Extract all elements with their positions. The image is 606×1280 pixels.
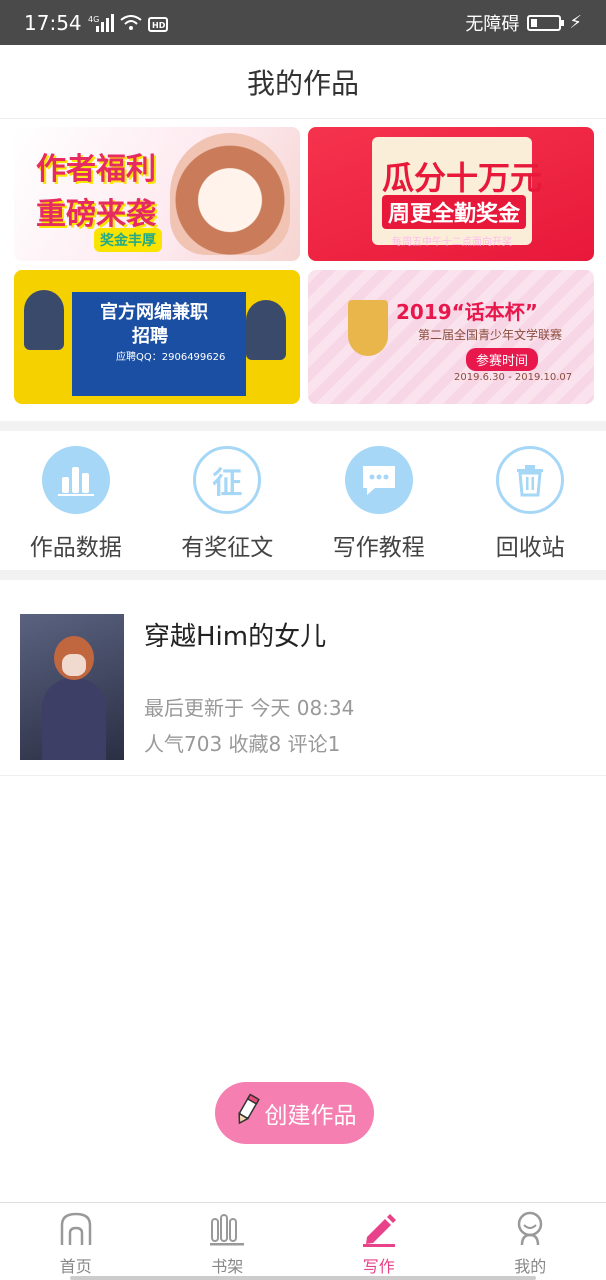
person-illustration [24, 290, 64, 350]
home-indicator [70, 1276, 536, 1280]
quick-label: 回收站 [495, 535, 565, 561]
create-work-button[interactable]: 创建作品 [215, 1082, 374, 1144]
banner-text: 瓜分十万元 [382, 159, 543, 197]
tab-label: 写作 [362, 1257, 395, 1276]
banner-recruit[interactable]: 官方网编兼职 招聘 应聘QQ：2906499626 [14, 270, 300, 404]
banner-contest[interactable]: 2019“话本杯” 第二届全国青少年文学联赛 参赛时间 2019.6.30 - … [308, 270, 594, 404]
tab-write[interactable]: 写作 [303, 1203, 455, 1280]
charging-icon: ⚡ [569, 12, 582, 33]
banner-bonus[interactable]: 瓜分十万元 周更全勤奖金 每周五中午十二点面向开奖 [308, 127, 594, 261]
quick-label: 作品数据 [29, 535, 122, 561]
hd-icon: HD [147, 14, 168, 32]
banner-text: 参赛时间 [466, 348, 539, 371]
chat-bubble-icon [344, 446, 413, 514]
quick-works-data[interactable]: 作品数据 [0, 430, 152, 570]
battery-icon [527, 14, 565, 31]
quick-writing-tutorial[interactable]: 写作教程 [303, 430, 455, 570]
tab-home[interactable]: 首页 [0, 1203, 152, 1280]
banner-text: 重磅来袭 [36, 197, 156, 232]
section-divider [0, 570, 606, 580]
tab-bookshelf[interactable]: 书架 [152, 1203, 304, 1280]
work-cover-image [20, 614, 124, 760]
banner-text: 第二届全国青少年文学联赛 [418, 328, 563, 342]
status-bar: 17:54 4G HD 无障碍 ⚡ [0, 0, 606, 45]
page-title: 我的作品 [0, 45, 606, 119]
trophy-icon [348, 300, 388, 356]
bottom-tab-bar: 首页 书架 写作 我的 [0, 1202, 606, 1280]
banner-text: 招聘 [132, 326, 168, 347]
banner-text: 周更全勤奖金 [382, 195, 527, 229]
trash-icon [496, 446, 565, 514]
quick-label: 写作教程 [332, 535, 425, 561]
banner-text: 每周五中午十二点面向开奖 [392, 237, 512, 248]
quick-actions: 作品数据 征 有奖征文 写作教程 回收站 [0, 430, 606, 570]
quick-recycle-bin[interactable]: 回收站 [455, 430, 606, 570]
pencil-icon [233, 1093, 261, 1133]
signal-icon: 4G [88, 13, 114, 32]
profile-icon [512, 1211, 548, 1251]
banner-text: 官方网编兼职 [100, 302, 208, 323]
banner-text: 2019“话本杯” [396, 300, 538, 324]
bookshelf-icon [209, 1211, 245, 1251]
status-time: 17:54 [24, 10, 82, 35]
tab-label: 我的 [514, 1257, 547, 1276]
anime-girl-illustration [170, 133, 290, 255]
create-work-label: 创建作品 [264, 1103, 357, 1129]
banner-text: 作者福利 [36, 152, 156, 187]
svg-text:HD: HD [152, 21, 166, 30]
bar-chart-icon [41, 446, 110, 514]
work-list-item[interactable]: 穿越Him的女儿 最后更新于 今天 08:34 人气703 收藏8 评论1 [0, 580, 606, 776]
person-illustration [246, 300, 286, 360]
quick-label: 有奖征文 [181, 535, 274, 561]
banner-chip: 奖金丰厚 [94, 228, 162, 252]
banner-author-welfare[interactable]: 作者福利 重磅来袭 奖金丰厚 [14, 127, 300, 261]
zheng-glyph: 征 [212, 466, 243, 501]
tab-profile[interactable]: 我的 [455, 1203, 606, 1280]
zheng-icon: 征 [193, 446, 262, 514]
tab-label: 书架 [211, 1257, 244, 1276]
svg-text:4G: 4G [88, 15, 99, 24]
work-stats: 人气703 收藏8 评论1 [144, 732, 341, 756]
wifi-icon [120, 14, 142, 31]
tab-label: 首页 [59, 1257, 92, 1276]
banner-text: 应聘QQ：2906499626 [116, 352, 226, 363]
work-title: 穿越Him的女儿 [144, 622, 327, 652]
pencil-icon [361, 1211, 397, 1251]
quick-essay-contest[interactable]: 征 有奖征文 [152, 430, 304, 570]
accessibility-label: 无障碍 [465, 13, 520, 35]
work-updated: 最后更新于 今天 08:34 [144, 696, 355, 720]
banner-grid: 作者福利 重磅来袭 奖金丰厚 瓜分十万元 周更全勤奖金 每周五中午十二点面向开奖… [0, 119, 606, 421]
banner-text: 2019.6.30 - 2019.10.07 [454, 372, 573, 383]
home-icon [58, 1211, 94, 1251]
